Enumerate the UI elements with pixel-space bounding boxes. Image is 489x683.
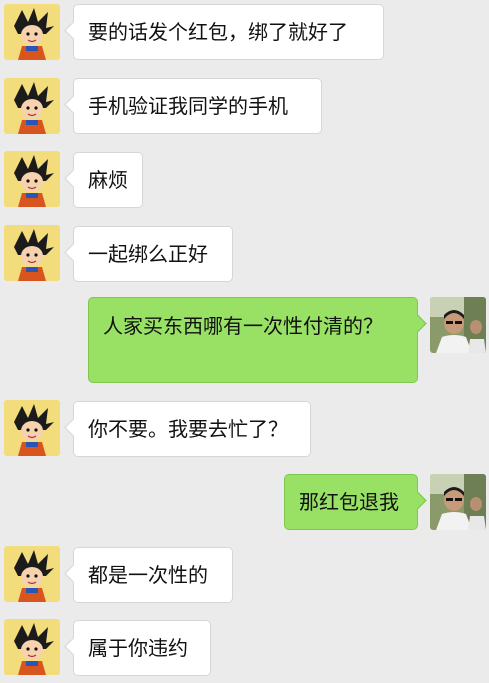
incoming-message-bubble[interactable]: 麻烦 <box>73 152 143 208</box>
chat-message-list[interactable]: 要的话发个红包，绑了就好了 手机验证我同学的手机 麻烦 一起绑么正好 人家买东西… <box>0 0 489 683</box>
contact-avatar[interactable] <box>4 619 60 675</box>
contact-avatar[interactable] <box>4 400 60 456</box>
message-text: 你不要。我要去忙了？ <box>88 417 288 441</box>
message-text: 人家买东西哪有一次性付清的？ <box>103 314 383 338</box>
incoming-message-bubble[interactable]: 一起绑么正好 <box>73 226 233 282</box>
message-text: 一起绑么正好 <box>88 242 208 266</box>
message-text: 都是一次性的 <box>88 563 208 587</box>
cartoon-boy-icon <box>4 400 60 456</box>
incoming-message-bubble[interactable]: 你不要。我要去忙了？ <box>73 401 311 457</box>
cartoon-boy-icon <box>4 4 60 60</box>
message-text: 那红包退我 <box>299 490 399 514</box>
photo-avatar-icon <box>430 297 486 353</box>
message-text: 手机验证我同学的手机 <box>88 94 288 118</box>
cartoon-boy-icon <box>4 546 60 602</box>
contact-avatar[interactable] <box>4 546 60 602</box>
incoming-message-bubble[interactable]: 手机验证我同学的手机 <box>73 78 322 134</box>
contact-avatar[interactable] <box>4 225 60 281</box>
incoming-message-bubble[interactable]: 都是一次性的 <box>73 547 233 603</box>
incoming-message-bubble[interactable]: 要的话发个红包，绑了就好了 <box>73 4 384 60</box>
photo-avatar-icon <box>430 474 486 530</box>
outgoing-message-bubble[interactable]: 那红包退我 <box>284 474 418 530</box>
cartoon-boy-icon <box>4 225 60 281</box>
cartoon-boy-icon <box>4 78 60 134</box>
message-text: 要的话发个红包，绑了就好了 <box>88 20 348 44</box>
contact-avatar[interactable] <box>4 4 60 60</box>
outgoing-message-bubble[interactable]: 人家买东西哪有一次性付清的？ <box>88 297 418 383</box>
cartoon-boy-icon <box>4 151 60 207</box>
contact-avatar[interactable] <box>4 151 60 207</box>
message-text: 麻烦 <box>88 168 128 192</box>
my-avatar[interactable] <box>430 474 486 530</box>
message-text: 属于你违约 <box>88 636 188 660</box>
incoming-message-bubble[interactable]: 属于你违约 <box>73 620 211 676</box>
my-avatar[interactable] <box>430 297 486 353</box>
contact-avatar[interactable] <box>4 78 60 134</box>
cartoon-boy-icon <box>4 619 60 675</box>
